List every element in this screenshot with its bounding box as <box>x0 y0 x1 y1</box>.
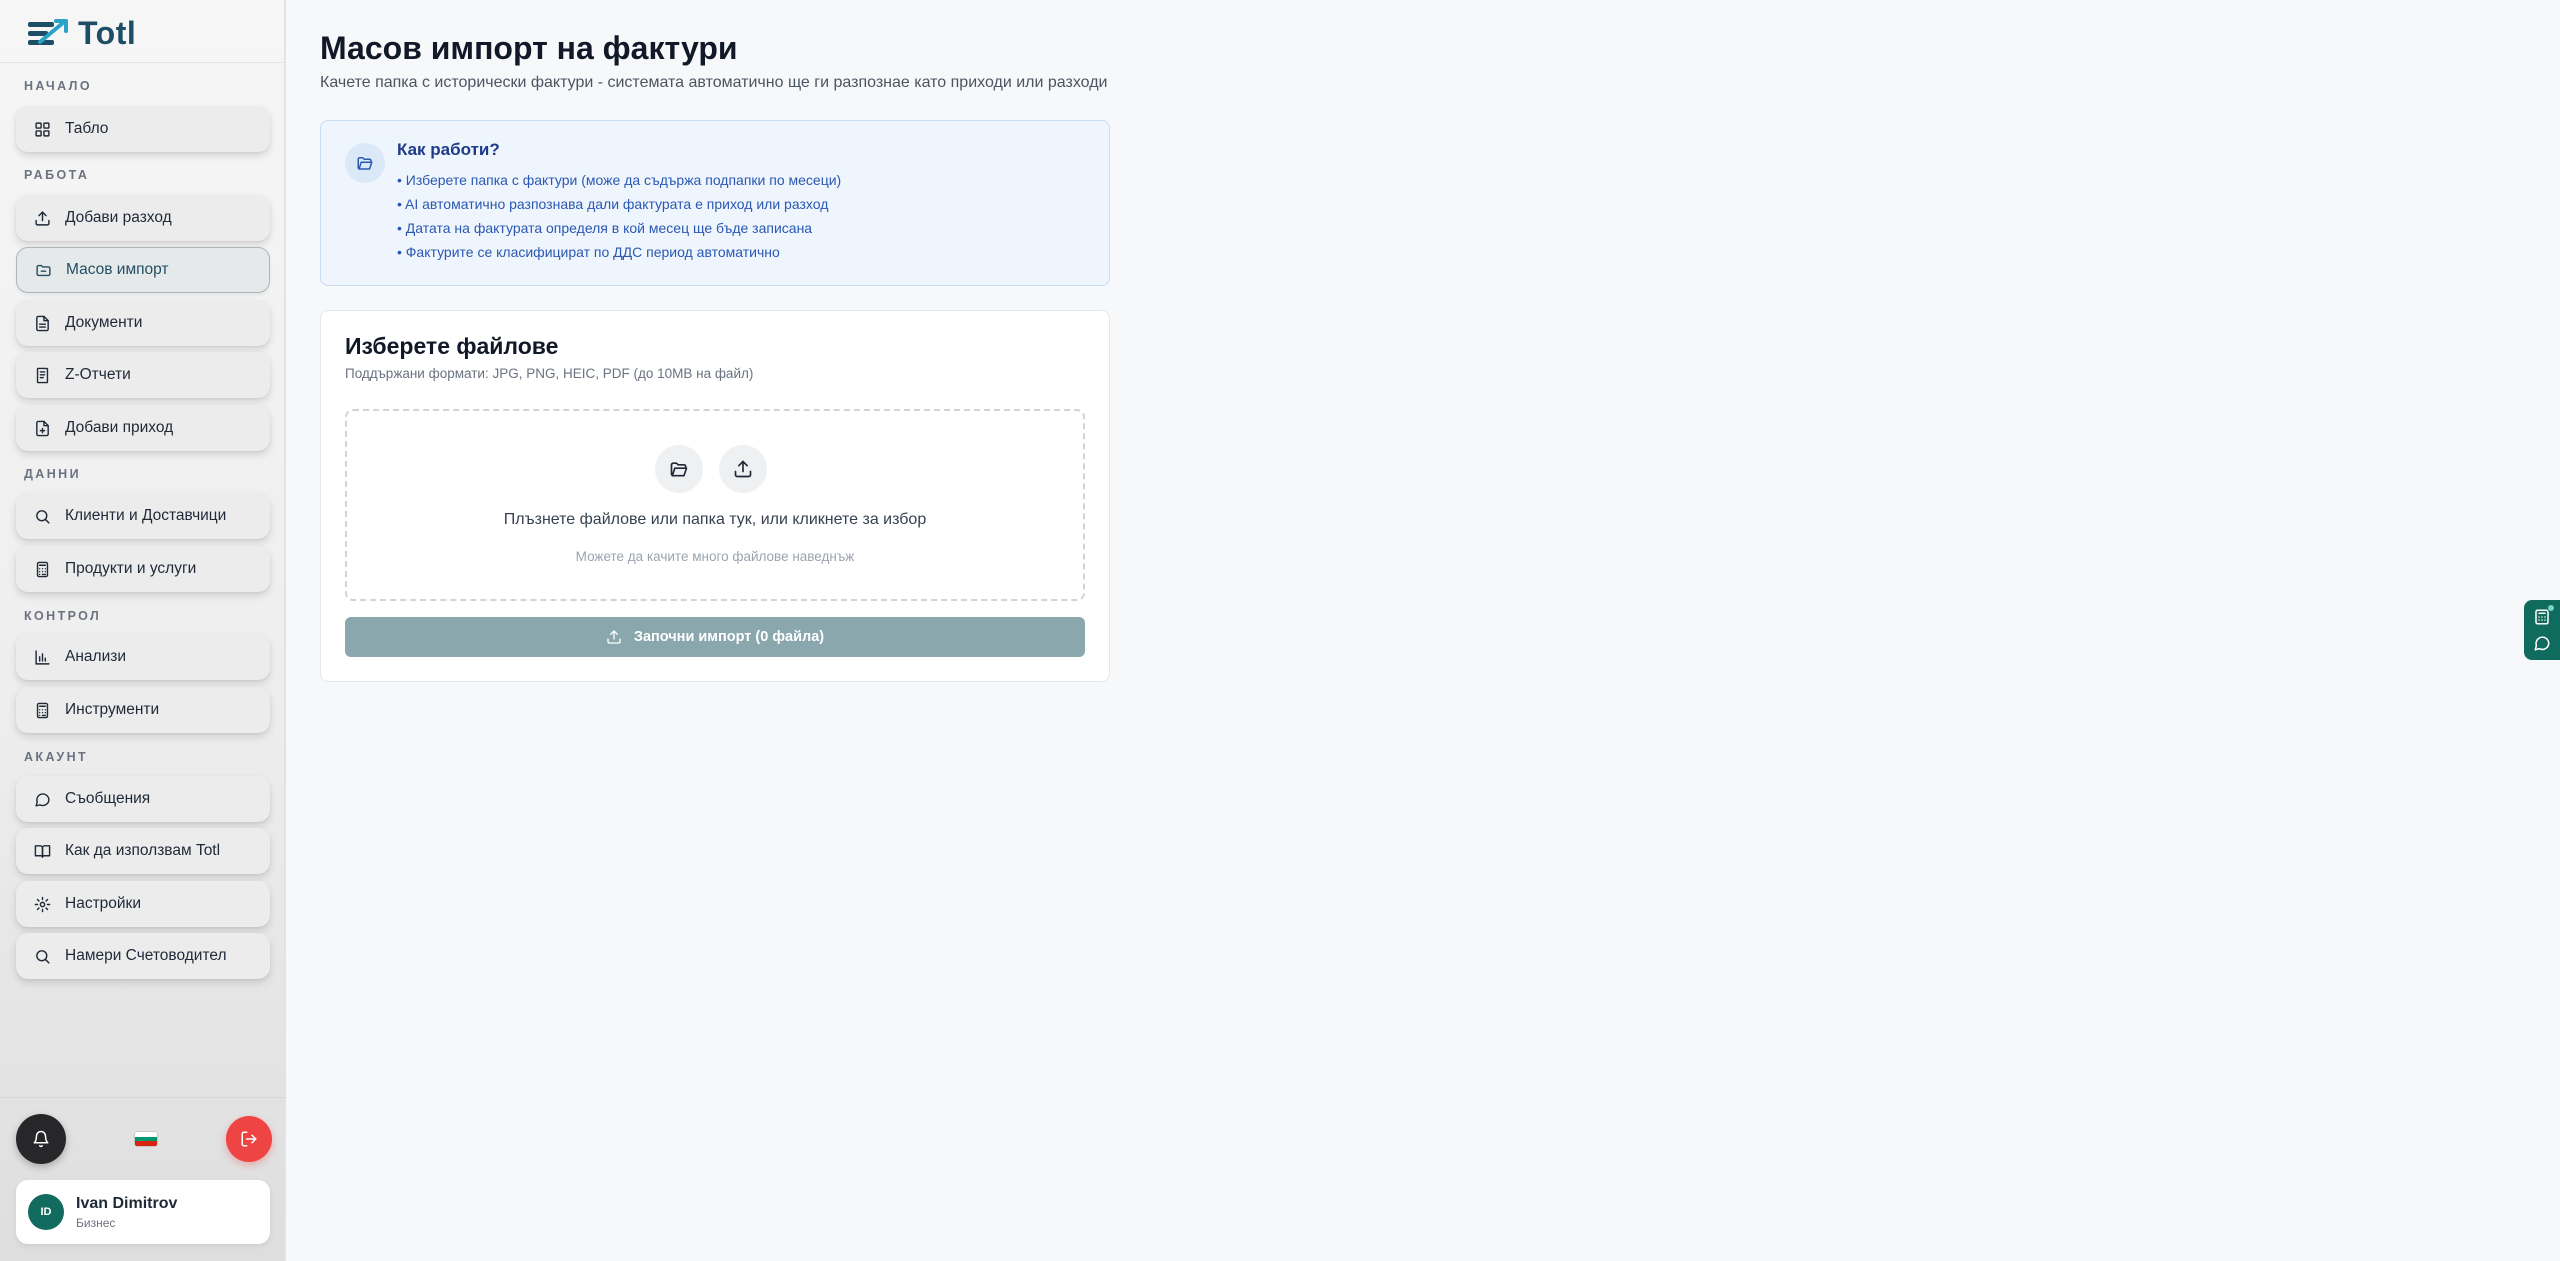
sidebar-item-label: Z-Отчети <box>65 366 131 383</box>
divider <box>0 62 286 63</box>
page-title: Масов импорт на фактури <box>320 30 738 66</box>
sidebar-item-label: Продукти и услуги <box>65 560 197 577</box>
dashboard-grid-icon <box>35 121 50 137</box>
start-import-button[interactable]: Започни импорт (0 файла) <box>345 617 1085 657</box>
document-icon <box>36 315 49 331</box>
nav-section-data: ДАННИ <box>24 467 81 481</box>
sidebar-item-add-expense[interactable]: Добави разход <box>16 195 270 241</box>
chat-widget-button[interactable] <box>2533 634 2551 652</box>
folder-icon <box>36 264 51 276</box>
sidebar-item-label: Масов импорт <box>66 261 169 278</box>
folder-open-icon <box>357 157 373 170</box>
folder-open-icon <box>670 462 688 477</box>
supported-formats: Поддържани формати: JPG, PNG, HEIC, PDF … <box>345 366 754 381</box>
search-icon <box>36 509 50 524</box>
sidebar-item-label: Намери Счетоводител <box>65 947 227 964</box>
gear-icon <box>34 896 51 912</box>
sidebar-item-label: Настройки <box>65 895 142 912</box>
calculator-icon <box>36 702 49 718</box>
sidebar-item-tools[interactable]: Инструменти <box>16 687 270 733</box>
sidebar-item-label: Табло <box>65 120 109 137</box>
list-item: • Фактурите се класифицират по ДДС перио… <box>397 244 780 260</box>
info-list: • Изберете папка с фактури (може да съдъ… <box>397 168 841 264</box>
sidebar-item-messages[interactable]: Съобщения <box>16 776 270 822</box>
upload-icon <box>35 210 50 226</box>
nav-section-account: АКАУНТ <box>24 750 89 764</box>
sidebar-item-label: Клиенти и Доставчици <box>65 507 227 524</box>
user-info: Ivan Dimitrov Бизнес <box>76 1195 177 1230</box>
notifications-button[interactable] <box>16 1114 66 1164</box>
sidebar-item-analytics[interactable]: Анализи <box>16 634 270 680</box>
sidebar-item-label: Документи <box>65 314 143 331</box>
sidebar-item-label: Инструменти <box>65 701 160 718</box>
nav-section-work: РАБОТА <box>24 168 90 182</box>
search-icon <box>36 949 50 964</box>
sidebar-item-label: Как да използвам Totl <box>65 842 221 859</box>
sidebar-item-label: Анализи <box>65 648 126 665</box>
start-import-label: Започни импорт (0 файла) <box>633 629 825 645</box>
logout-icon <box>241 1131 257 1147</box>
sidebar-item-settings[interactable]: Настройки <box>16 881 270 927</box>
sidebar-item-products-services[interactable]: Продукти и услуги <box>16 546 270 592</box>
user-profile-card[interactable]: ID Ivan Dimitrov Бизнес <box>16 1180 270 1244</box>
notification-dot <box>2547 604 2555 612</box>
app-name: Totl <box>78 14 137 51</box>
book-icon <box>34 844 51 858</box>
sidebar: Totl НАЧАЛО Табло РАБОТА Добави разход М… <box>0 0 286 1261</box>
chat-icon <box>2534 636 2550 651</box>
nav-section-start: НАЧАЛО <box>24 79 92 93</box>
sidebar-item-clients-suppliers[interactable]: Клиенти и Доставчици <box>16 493 270 539</box>
file-upload-card: Изберете файлове Поддържани формати: JPG… <box>320 310 1110 682</box>
calculator-widget-button[interactable] <box>2533 604 2555 626</box>
page-subtitle: Качете папка с исторически фактури - сис… <box>320 74 1108 91</box>
file-plus-icon <box>36 420 49 436</box>
file-picker-button[interactable] <box>719 445 767 493</box>
upload-title: Изберете файлове <box>345 333 559 359</box>
list-item: • AI автоматично разпознава дали фактура… <box>397 196 829 212</box>
sidebar-item-dashboard[interactable]: Табло <box>16 106 270 152</box>
sidebar-item-label: Съобщения <box>65 790 151 807</box>
divider <box>0 1097 286 1098</box>
user-plan: Бизнес <box>76 1215 116 1230</box>
sidebar-item-documents[interactable]: Документи <box>16 300 270 346</box>
sidebar-item-label: Добави приход <box>65 419 174 436</box>
sidebar-item-label: Добави разход <box>65 209 172 226</box>
file-dropzone[interactable]: Плъзнете файлове или папка тук, или клик… <box>345 409 1085 601</box>
folder-picker-button[interactable] <box>655 445 703 493</box>
calculator-icon <box>36 561 49 577</box>
sidebar-item-add-income[interactable]: Добави приход <box>16 405 270 451</box>
user-name: Ivan Dimitrov <box>76 1194 178 1212</box>
dropzone-hint: Можете да качите много файлове наведнъж <box>575 549 855 564</box>
app-logo[interactable]: Totl <box>26 14 137 51</box>
floating-support-widget[interactable] <box>2524 600 2560 660</box>
logo-mark-icon <box>28 19 68 45</box>
sidebar-item-bulk-import[interactable]: Масов импорт <box>16 247 270 293</box>
sidebar-item-z-reports[interactable]: Z-Отчети <box>16 352 270 398</box>
info-icon-wrapper <box>345 143 385 183</box>
flag-stripe <box>135 1141 157 1146</box>
bell-icon <box>33 1130 49 1148</box>
avatar: ID <box>28 1194 64 1230</box>
list-item: • Изберете папка с фактури (може да съдъ… <box>397 172 842 188</box>
upload-icon <box>607 630 621 644</box>
upload-icon <box>734 460 752 478</box>
dropzone-text: Плъзнете файлове или папка тук, или клик… <box>503 511 927 528</box>
how-it-works-panel: Как работи? • Изберете папка с фактури (… <box>320 120 1110 286</box>
message-icon <box>35 792 50 807</box>
sidebar-item-how-to-use[interactable]: Как да използвам Totl <box>16 828 270 874</box>
info-title: Как работи? <box>397 140 500 159</box>
nav-section-control: КОНТРОЛ <box>24 609 102 623</box>
language-flag-bulgaria[interactable] <box>135 1132 157 1146</box>
bar-chart-icon <box>35 649 50 665</box>
list-item: • Датата на фактурата определя в кой мес… <box>397 220 813 236</box>
logout-button[interactable] <box>226 1116 272 1162</box>
receipt-icon <box>36 367 49 383</box>
sidebar-item-find-accountant[interactable]: Намери Счетоводител <box>16 933 270 979</box>
